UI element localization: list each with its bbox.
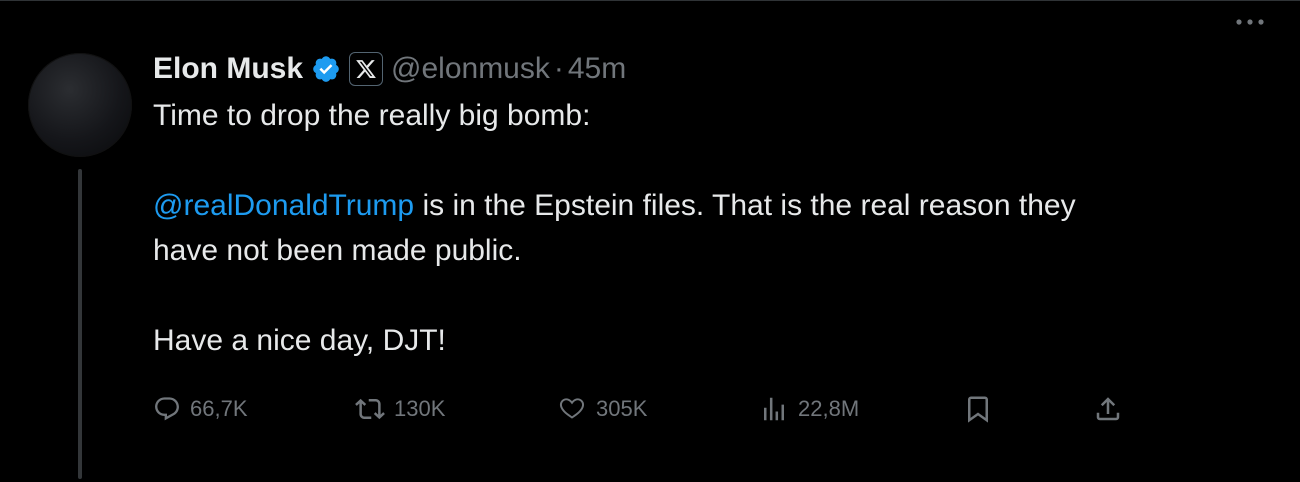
- like-button[interactable]: 305K: [557, 389, 647, 429]
- reply-icon: [155, 397, 179, 421]
- tweet-line: have not been made public.: [153, 234, 522, 267]
- author-handle[interactable]: @elonmusk: [391, 52, 550, 86]
- reply-count: 66,7K: [190, 396, 248, 421]
- tweet-timestamp[interactable]: 45m: [568, 52, 626, 86]
- heart-icon: [559, 398, 585, 419]
- repost-button[interactable]: 130K: [355, 389, 445, 429]
- views-button[interactable]: 22,8M: [759, 389, 859, 429]
- share-button[interactable]: [1093, 389, 1123, 429]
- share-icon: [1096, 397, 1120, 421]
- tweet-line: Have a nice day, DJT!: [153, 324, 446, 357]
- bookmark-icon: [968, 396, 988, 423]
- more-dots-icon: [1236, 19, 1264, 25]
- reply-button[interactable]: 66,7K: [153, 389, 248, 429]
- x-logo-icon[interactable]: [349, 52, 384, 86]
- thread-line: [78, 169, 82, 479]
- action-bar: 66,7K 130K 305K 22,8M: [153, 389, 1133, 429]
- repost-icon: [355, 398, 385, 420]
- views-chart-icon: [764, 397, 784, 421]
- avatar[interactable]: [28, 53, 132, 157]
- like-count: 305K: [596, 396, 648, 421]
- author-name[interactable]: Elon Musk: [153, 52, 303, 86]
- more-button[interactable]: [1230, 7, 1270, 37]
- repost-count: 130K: [394, 396, 446, 421]
- tweet-line: Time to drop the really big bomb:: [153, 99, 591, 132]
- verified-badge-icon[interactable]: [311, 54, 341, 84]
- tweet-content: Elon Musk @elonmusk · 45m Time to drop t…: [153, 49, 1263, 363]
- tweet-line: @realDonaldTrump is in the Epstein files…: [153, 183, 1263, 228]
- mention-link[interactable]: @realDonaldTrump: [153, 189, 414, 222]
- views-count: 22,8M: [798, 396, 860, 421]
- separator-dot: ·: [553, 52, 564, 85]
- bookmark-button[interactable]: [963, 389, 993, 429]
- tweet-header: Elon Musk @elonmusk · 45m: [153, 49, 1263, 89]
- tweet[interactable]: Elon Musk @elonmusk · 45m Time to drop t…: [0, 0, 1300, 482]
- tweet-line-rest: is in the Epstein files. That is the rea…: [414, 189, 1076, 222]
- tweet-text: Time to drop the really big bomb: @realD…: [153, 93, 1263, 363]
